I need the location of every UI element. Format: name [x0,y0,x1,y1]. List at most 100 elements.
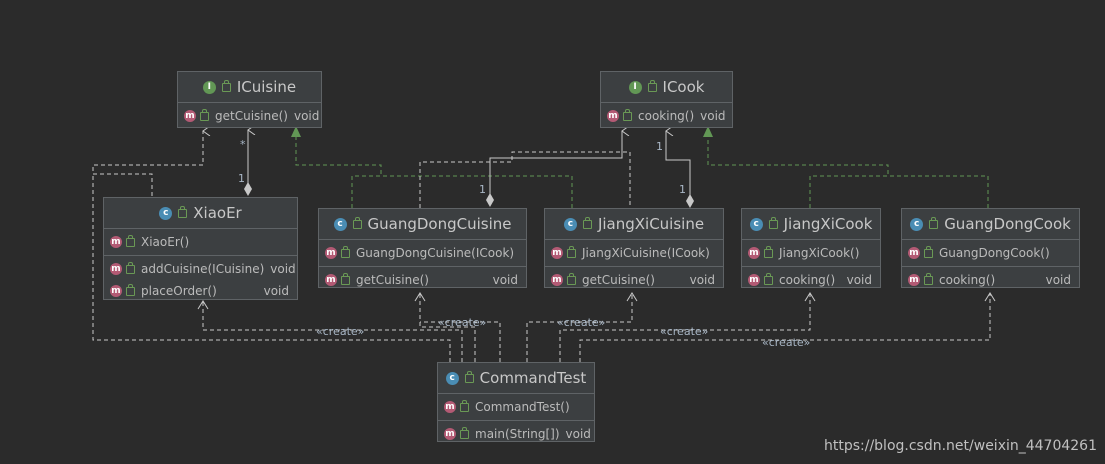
edge-realize-guangdongcook-icook [888,175,989,208]
lock-icon [352,216,362,229]
class-box-icook[interactable]: I ICook m cooking() void [600,71,733,128]
method-icon: m [325,274,337,286]
create-label-5: «create» [762,336,811,349]
lock-icon [929,216,939,229]
method-name: addCuisine(ICuisine) [141,262,265,276]
method-icon: m [110,285,122,297]
edge-realize-jiangxicuisine-icuisine [381,175,573,208]
lock-icon [341,272,350,285]
lock-icon [464,370,474,383]
method-row[interactable]: m getCuisine() void [319,269,526,291]
class-icon: c [563,217,577,231]
lock-icon [178,205,188,218]
edge-aggregation-jiangxicuisine-icook [666,131,691,195]
class-icon: c [333,217,347,231]
edge-xiaoer-icuisine [92,131,203,196]
edge-commandtest-icook [419,151,631,208]
interface-icon: I [202,80,216,94]
multiplicity-one-guangdongcuisine: 1 [479,183,486,196]
method-icon: m [908,274,920,286]
create-label-1: «create» [316,325,365,338]
class-box-xiaoer[interactable]: c XiaoEr m XiaoEr() m addCuisine(ICuisin… [103,197,298,300]
method-name: cooking() [779,273,836,287]
lock-icon [582,216,592,229]
class-header: c CommandTest [438,363,594,394]
method-row[interactable]: m placeOrder() void [104,280,297,302]
diamond-xiaoer [244,182,252,196]
lock-icon [924,272,933,285]
constructor-name: GuangDongCook() [939,246,1050,260]
method-icon: m [748,274,760,286]
class-box-guangdongcuisine[interactable]: c GuangDongCuisine m GuangDongCuisine(IC… [318,208,527,288]
class-name: CommandTest [479,369,587,387]
class-box-jiangxicuisine[interactable]: c JiangXiCuisine m JiangXiCuisine(ICook)… [544,208,724,288]
multiplicity-star: * [240,138,246,151]
method-return-type: void [270,262,296,276]
lock-icon [460,399,469,412]
class-header: c GuangDongCuisine [319,209,526,240]
constructor-row[interactable]: m GuangDongCuisine(ICook) [319,242,526,264]
lock-icon [126,234,135,247]
multiplicity-one-icook: 1 [656,140,663,153]
class-header: c GuangDongCook [902,209,1079,240]
lock-icon [126,261,135,274]
method-icon: m [325,247,337,259]
method-row[interactable]: m cooking() void [742,269,880,291]
method-return-type: void [689,273,715,287]
method-row[interactable]: m getCuisine() void [545,269,723,291]
class-box-jiangxicook[interactable]: c JiangXiCook m JiangXiCook() m cooking(… [741,208,881,288]
method-return-type: void [565,427,591,441]
class-icon: c [159,206,173,220]
class-name: GuangDongCuisine [367,215,512,233]
method-return-type: void [1045,273,1071,287]
class-box-guangdongcook[interactable]: c GuangDongCook m GuangDongCook() m cook… [901,208,1080,288]
method-return-type: void [700,109,726,123]
constructor-row[interactable]: m CommandTest() [438,396,594,418]
method-return-type: void [293,109,320,123]
class-header: c XiaoEr [104,198,297,229]
class-name: JiangXiCuisine [597,215,705,233]
lock-icon [460,426,469,439]
method-icon: m [748,247,760,259]
create-label-4: «create» [660,325,709,338]
watermark: https://blog.csdn.net/weixin_44704261 [823,438,1097,454]
method-icon: m [551,247,563,259]
lock-icon [341,245,350,258]
lock-icon [764,245,773,258]
constructor-name: GuangDongCuisine(ICook) [356,246,515,260]
lock-icon [623,108,632,121]
multiplicity-one-xiaoer: 1 [238,172,245,185]
method-row[interactable]: m getCuisine() void [178,105,321,127]
realization-edges-icuisine [295,136,573,208]
class-name: ICuisine [236,78,297,96]
method-row[interactable]: m main(String[]) void [438,423,594,445]
edge-realize-jiangxicook-icook [707,137,889,208]
class-box-commandtest[interactable]: c CommandTest m CommandTest() m main(Str… [437,362,595,442]
constructor-row[interactable]: m GuangDongCook() [902,242,1079,264]
multiplicity-one-jiangxicuisine: 1 [679,183,686,196]
method-icon: m [444,401,456,413]
class-icon: c [910,217,924,231]
class-name: GuangDongCook [944,215,1071,233]
edge-realize-guangdongcuisine-icuisine [295,136,382,208]
method-return-type: void [492,273,518,287]
constructor-name: JiangXiCook() [779,246,860,260]
method-row[interactable]: m addCuisine(ICuisine) void [104,258,297,280]
edge-aggregation-guangdongcuisine-icook [489,131,622,197]
constructor-row[interactable]: m JiangXiCook() [742,242,880,264]
method-row[interactable]: m cooking() void [902,269,1079,291]
constructor-name: JiangXiCuisine(ICook) [582,246,710,260]
lock-icon [200,108,209,121]
class-box-icuisine[interactable]: I ICuisine m getCuisine() void [177,71,322,128]
create-label-3: «create» [557,316,606,329]
constructor-name: CommandTest() [475,400,570,414]
method-row[interactable]: m cooking() void [601,105,732,127]
method-icon: m [551,274,563,286]
lock-icon [567,272,576,285]
method-name: placeOrder() [141,284,217,298]
diamond-jiangxicuisine [686,194,694,208]
constructor-row[interactable]: m JiangXiCuisine(ICook) [545,242,723,264]
constructor-row[interactable]: m XiaoEr() [104,231,297,253]
runnable-class-icon: c [445,371,459,385]
lock-icon [221,79,231,92]
